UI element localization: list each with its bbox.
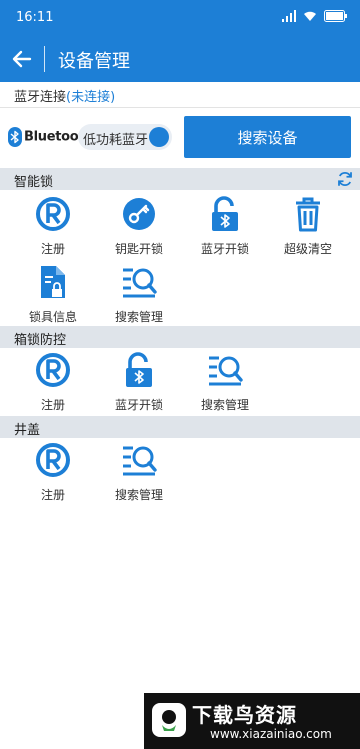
battery-icon: [324, 10, 347, 22]
registered-icon: [36, 443, 70, 477]
tile-register[interactable]: 注册: [10, 350, 96, 416]
bluetooth-unlock-icon: [212, 196, 238, 231]
section-box-lock: 箱锁防控: [0, 326, 360, 348]
search-manage-icon: [209, 356, 243, 386]
ble-toggle-label: 低功耗蓝牙: [83, 133, 149, 148]
key-icon: [123, 198, 155, 230]
tile-search-manage[interactable]: 搜索管理: [96, 262, 182, 328]
registered-icon: [36, 353, 70, 387]
page-title: 设备管理: [58, 51, 130, 72]
wifi-icon: [304, 11, 316, 21]
section-title: 井盖: [14, 423, 41, 438]
signal-icon: [282, 10, 296, 22]
search-manage-icon: [123, 268, 157, 298]
watermark-logo-icon: [152, 703, 186, 737]
tile-super-clear[interactable]: 超级清空: [265, 194, 351, 260]
title-divider: [44, 46, 45, 72]
tile-label: 搜索管理: [114, 488, 163, 502]
tile-lock-info[interactable]: 锁具信息: [10, 262, 96, 328]
app-bar: 设备管理: [0, 36, 360, 82]
lock-info-icon: [41, 266, 65, 298]
watermark-url: www.xiazainiao.com: [210, 727, 332, 741]
status-bar: 16:11: [0, 0, 360, 36]
tile-label: 搜索管理: [200, 398, 249, 412]
tile-label: 蓝牙开锁: [200, 242, 249, 256]
tile-label: 钥匙开锁: [114, 242, 163, 256]
tile-search-manage[interactable]: 搜索管理: [182, 350, 268, 416]
refresh-icon[interactable]: [336, 170, 354, 188]
connection-state: (未连接): [66, 90, 116, 105]
watermark-title: 下载鸟资源: [192, 703, 297, 727]
bluetooth-unlock-icon: [126, 352, 152, 387]
watermark: 下载鸟资源 www.xiazainiao.com: [144, 693, 360, 749]
tile-label: 注册: [40, 488, 65, 502]
tile-search-manage[interactable]: 搜索管理: [96, 440, 182, 506]
back-arrow-icon[interactable]: [10, 47, 34, 71]
connection-status: 蓝牙连接(未连接): [0, 82, 360, 108]
registered-icon: [36, 197, 70, 231]
tile-label: 超级清空: [283, 242, 332, 256]
tile-label: 注册: [40, 242, 65, 256]
bluetooth-row: Bluetooth® 低功耗蓝牙 搜索设备: [0, 108, 360, 168]
connection-label: 蓝牙连接: [14, 90, 67, 105]
bluetooth-icon: [8, 127, 22, 147]
ble-toggle[interactable]: 低功耗蓝牙: [78, 124, 172, 150]
section-title: 智能锁: [14, 175, 54, 190]
search-manage-icon: [123, 446, 157, 476]
status-time: 16:11: [16, 10, 54, 25]
tile-bluetooth-unlock[interactable]: 蓝牙开锁: [182, 194, 268, 260]
trash-icon: [296, 197, 320, 232]
tile-label: 蓝牙开锁: [114, 398, 163, 412]
tile-register[interactable]: 注册: [10, 194, 96, 260]
tile-key-unlock[interactable]: 钥匙开锁: [96, 194, 182, 260]
section-manhole-cover: 井盖: [0, 416, 360, 438]
tile-label: 锁具信息: [28, 310, 77, 324]
search-devices-button[interactable]: 搜索设备: [184, 116, 351, 158]
tile-label: 搜索管理: [114, 310, 163, 324]
section-smart-lock: 智能锁: [0, 168, 360, 190]
tile-register[interactable]: 注册: [10, 440, 96, 506]
toggle-knob: [149, 127, 169, 147]
tile-label: 注册: [40, 398, 65, 412]
section-title: 箱锁防控: [14, 333, 67, 348]
tile-bluetooth-unlock[interactable]: 蓝牙开锁: [96, 350, 182, 416]
